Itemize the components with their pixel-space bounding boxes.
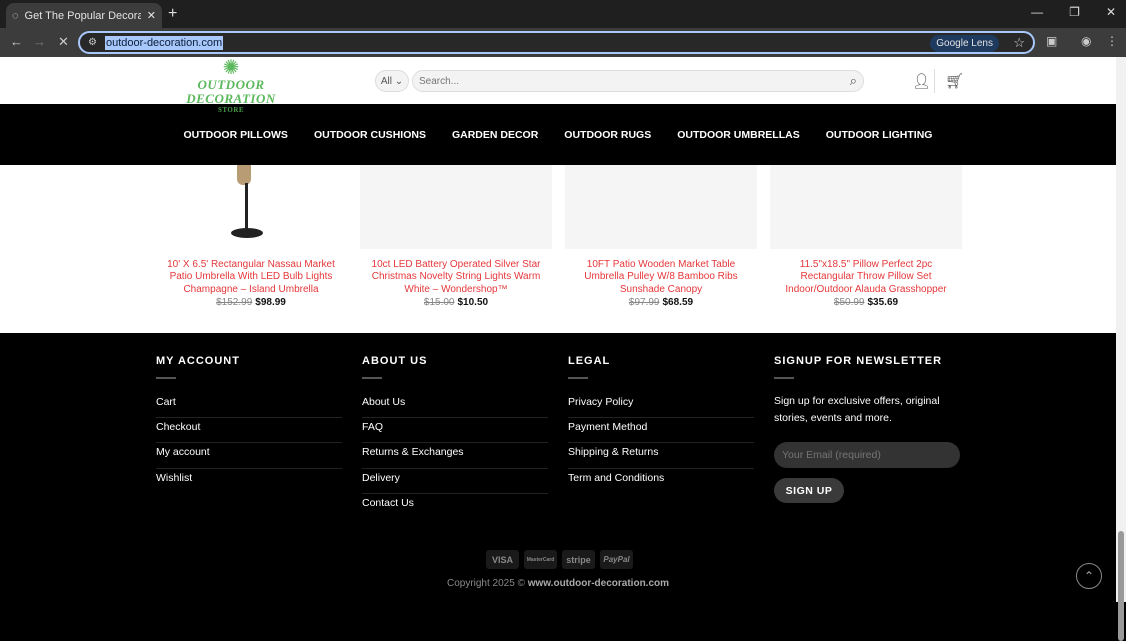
sale-price: $68.59 <box>662 296 694 308</box>
account-icon[interactable]: 👤︎ <box>912 72 931 90</box>
footer-heading: LEGAL <box>568 355 611 367</box>
divider <box>934 69 935 93</box>
forward-icon[interactable]: → <box>33 34 46 49</box>
old-price: $50.99 <box>833 296 865 308</box>
product-title[interactable]: 10ct LED Battery Operated Silver Star Ch… <box>360 259 552 296</box>
loading-icon: ◌ <box>12 9 19 22</box>
search-input[interactable] <box>419 75 850 87</box>
nav-outdoor-cushions[interactable]: OUTDOOR CUSHIONS <box>314 129 426 141</box>
stripe-icon: stripe <box>562 550 595 569</box>
search-icon[interactable]: ⌕ <box>850 73 857 89</box>
old-price: $15.00 <box>423 296 455 308</box>
google-lens-button[interactable]: Google Lens <box>930 35 999 52</box>
product-image[interactable] <box>770 165 962 249</box>
product-card[interactable]: 10FT Patio Wooden Market Table Umbrella … <box>565 165 757 308</box>
newsletter-email-input[interactable] <box>774 442 960 468</box>
footer-link-privacy[interactable]: Privacy Policy <box>568 393 754 419</box>
scrollbar[interactable] <box>1116 57 1126 641</box>
scrollbar-thumb[interactable] <box>1118 531 1124 641</box>
nav-outdoor-pillows[interactable]: OUTDOOR PILLOWS <box>184 129 288 141</box>
footer-link-shipping[interactable]: Shipping & Returns <box>568 443 754 469</box>
mastercard-icon: MasterCard <box>524 550 557 569</box>
minimize-button[interactable]: — <box>1031 5 1043 19</box>
copyright: Copyright 2025 © www.outdoor-decoration.… <box>0 578 1116 589</box>
product-image[interactable] <box>360 165 552 249</box>
nav-outdoor-umbrellas[interactable]: OUTDOOR UMBRELLAS <box>677 129 800 141</box>
footer-link-contact[interactable]: Contact Us <box>362 494 548 519</box>
sale-price: $35.69 <box>867 296 899 308</box>
old-price: $152.99 <box>216 296 253 308</box>
address-bar[interactable]: ⚙ outdoor-decoration.com Google Lens ☆ <box>78 31 1035 54</box>
footer-heading: ABOUT US <box>362 355 428 367</box>
cart-icon[interactable]: 🛒︎ <box>945 72 964 90</box>
logo[interactable]: ✺ OUTDOOR DECORATION STORE <box>156 58 306 114</box>
footer-heading: SIGNUP FOR NEWSLETTER <box>774 355 943 367</box>
browser-toolbar: ← → ✕ ⚙ outdoor-decoration.com Google Le… <box>0 28 1126 57</box>
product-image[interactable] <box>155 165 347 249</box>
visa-icon: VISA <box>486 550 519 569</box>
paypal-icon: PayPal <box>600 550 633 569</box>
logo-sub: STORE <box>217 106 245 114</box>
site-header: ✺ OUTDOOR DECORATION STORE All ⌄ ⌕ 👤︎ 🛒︎ <box>0 57 1116 114</box>
category-select[interactable]: All ⌄ <box>375 70 409 92</box>
footer-newsletter: SIGNUP FOR NEWSLETTER Sign up for exclus… <box>774 355 960 503</box>
payment-icons: VISA MasterCard stripe PayPal <box>486 550 633 569</box>
nav-garden-decor[interactable]: GARDEN DECOR <box>452 129 538 141</box>
site-info-icon[interactable]: ⚙ <box>88 37 97 48</box>
tab-title: Get The Popular Decoration No <box>24 9 141 22</box>
footer-heading: MY ACCOUNT <box>156 355 240 367</box>
footer-link-wishlist[interactable]: Wishlist <box>156 469 342 494</box>
old-price: $97.99 <box>628 296 660 308</box>
footer-link-terms[interactable]: Term and Conditions <box>568 469 754 494</box>
footer-link-faq[interactable]: FAQ <box>362 418 548 444</box>
close-tab-icon[interactable]: ✕ <box>147 9 156 22</box>
product-title[interactable]: 11.5"x18.5" Pillow Perfect 2pc Rectangul… <box>770 259 962 296</box>
chevron-down-icon: ⌄ <box>394 75 404 87</box>
url-text[interactable]: outdoor-decoration.com <box>104 35 224 50</box>
footer-link-about-us[interactable]: About Us <box>362 393 548 419</box>
tab-search-icon[interactable]: ▣ <box>1046 34 1057 48</box>
product-title[interactable]: 10FT Patio Wooden Market Table Umbrella … <box>565 259 757 296</box>
browser-tab[interactable]: ◌ Get The Popular Decoration No ✕ <box>6 3 162 28</box>
footer-about: ABOUT US About Us FAQ Returns & Exchange… <box>362 355 548 519</box>
footer-my-account: MY ACCOUNT Cart Checkout My account Wish… <box>156 355 342 494</box>
tab-bar: ◌ Get The Popular Decoration No ✕ + — ❐ ✕ <box>0 0 1126 28</box>
signup-button[interactable]: SIGN UP <box>774 478 844 503</box>
menu-icon[interactable]: ⋮ <box>1106 34 1118 48</box>
copyright-site-link[interactable]: www.outdoor-decoration.com <box>528 578 669 589</box>
category-select-value: All <box>380 75 392 87</box>
footer-link-payment[interactable]: Payment Method <box>568 418 754 444</box>
product-title[interactable]: 10' X 6.5' Rectangular Nassau Market Pat… <box>155 259 347 296</box>
footer-link-delivery[interactable]: Delivery <box>362 469 548 494</box>
sale-price: $10.50 <box>457 296 489 308</box>
new-tab-button[interactable]: + <box>168 5 177 23</box>
footer-link-returns[interactable]: Returns & Exchanges <box>362 443 548 469</box>
footer: MY ACCOUNT Cart Checkout My account Wish… <box>0 333 1116 602</box>
nav-outdoor-lighting[interactable]: OUTDOOR LIGHTING <box>826 129 933 141</box>
profile-icon[interactable]: ◉ <box>1081 34 1091 48</box>
footer-legal: LEGAL Privacy Policy Payment Method Ship… <box>568 355 754 494</box>
sale-price: $98.99 <box>255 296 286 308</box>
product-grid: 10' X 6.5' Rectangular Nassau Market Pat… <box>0 165 1116 333</box>
stop-icon[interactable]: ✕ <box>58 34 69 50</box>
product-card[interactable]: 10ct LED Battery Operated Silver Star Ch… <box>360 165 552 308</box>
close-window-button[interactable]: ✕ <box>1106 5 1116 19</box>
footer-link-my-account[interactable]: My account <box>156 443 342 469</box>
search-box: ⌕ <box>412 70 864 92</box>
newsletter-text: Sign up for exclusive offers, original s… <box>774 395 940 424</box>
product-image[interactable] <box>565 165 757 249</box>
copyright-prefix: Copyright 2025 © <box>446 578 525 589</box>
footer-link-checkout[interactable]: Checkout <box>156 418 342 444</box>
footer-link-cart[interactable]: Cart <box>156 393 342 419</box>
bookmark-star-icon[interactable]: ☆ <box>1013 35 1025 51</box>
product-card[interactable]: 11.5"x18.5" Pillow Perfect 2pc Rectangul… <box>770 165 962 308</box>
logo-name: OUTDOOR DECORATION <box>186 77 276 106</box>
logo-flower-icon: ✺ <box>222 57 240 79</box>
restore-button[interactable]: ❐ <box>1069 5 1080 19</box>
nav-outdoor-rugs[interactable]: OUTDOOR RUGS <box>564 129 651 141</box>
back-icon[interactable]: ← <box>10 34 23 49</box>
back-to-top-button[interactable]: ⌃ <box>1076 563 1102 589</box>
product-card[interactable]: 10' X 6.5' Rectangular Nassau Market Pat… <box>155 165 347 308</box>
